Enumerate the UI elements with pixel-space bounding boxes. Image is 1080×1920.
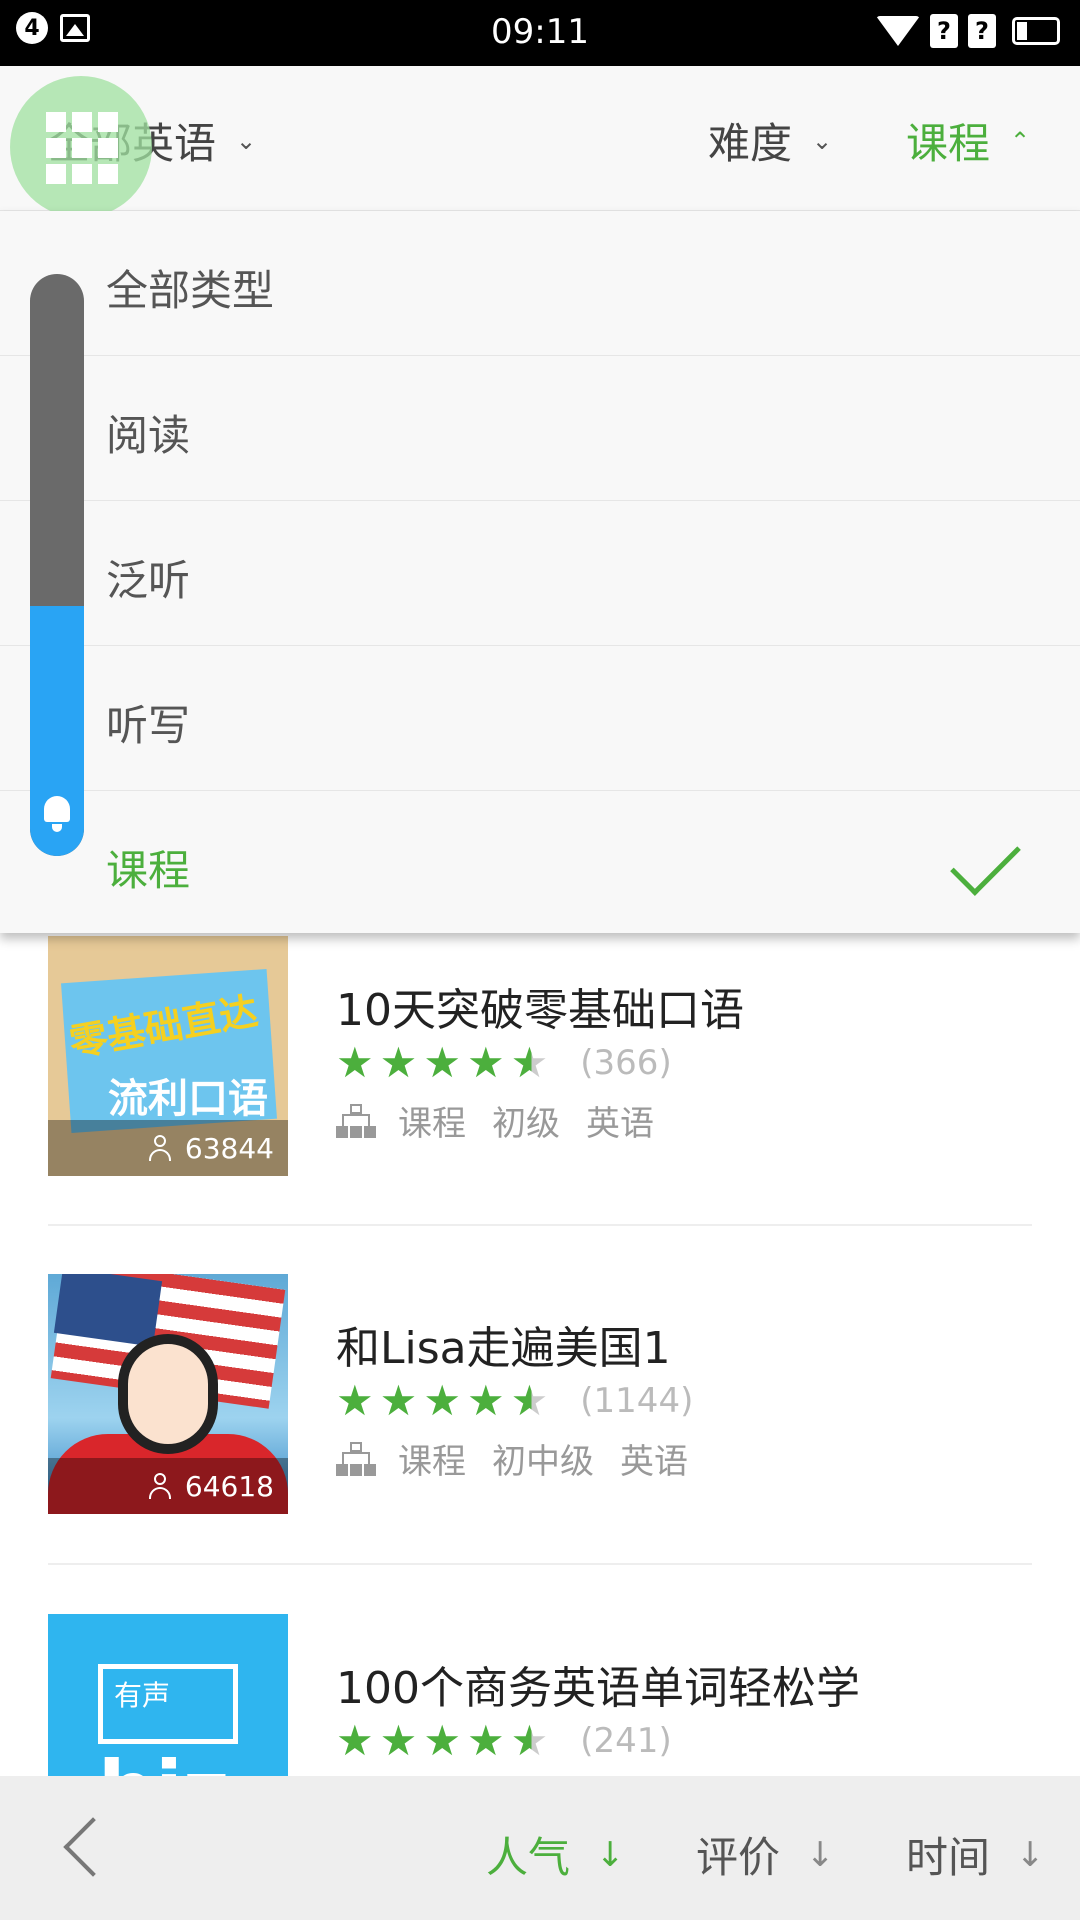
sim2-icon: ? — [968, 14, 996, 48]
star-icon: ★ — [336, 1716, 374, 1765]
status-bar: 4 09:11 ? ? — [0, 0, 1080, 66]
battery-icon — [1012, 17, 1060, 45]
divider — [48, 1224, 1032, 1226]
course-thumbnail: 64618 — [48, 1274, 288, 1514]
thumbnail-text: 流利口语 — [108, 1076, 268, 1122]
tag-type: 课程 — [398, 1104, 466, 1144]
learner-count: 63844 — [48, 1120, 288, 1176]
type-dropdown: 全部类型 阅读 泛听 听写 课程 — [0, 211, 1080, 933]
rating-stars: ★ ★ ★ ★ ★ (1144) — [336, 1380, 693, 1422]
dropdown-item-reading[interactable]: 阅读 — [0, 356, 1080, 501]
learner-count-value: 64618 — [184, 1469, 274, 1503]
thumbnail-text: 有声 — [114, 1679, 171, 1712]
floating-grid-button[interactable] — [10, 76, 152, 218]
dropdown-item-dictation[interactable]: 听写 — [0, 646, 1080, 791]
sort-popularity-label: 人气 — [486, 1833, 571, 1882]
chevron-down-icon: ⌄ — [812, 126, 833, 155]
star-icon: ★ — [423, 1376, 461, 1425]
check-icon — [950, 825, 1021, 896]
half-star-icon: ★ — [510, 1038, 549, 1087]
rating-count: (241) — [580, 1721, 672, 1761]
tag-level: 初中级 — [492, 1442, 594, 1482]
filter-type[interactable]: 课程 ⌃ — [906, 110, 1030, 171]
dropdown-item-all-types[interactable]: 全部类型 — [0, 211, 1080, 356]
filter-difficulty-label: 难度 — [708, 119, 793, 168]
dropdown-item-label: 阅读 — [106, 411, 191, 460]
sort-rating[interactable]: 评价 ↓ — [696, 1824, 835, 1885]
volume-slider[interactable] — [30, 274, 84, 856]
learner-count-value: 63844 — [184, 1131, 274, 1165]
learner-count: 64618 — [48, 1458, 288, 1514]
sort-time-label: 时间 — [906, 1833, 991, 1882]
sort-rating-label: 评价 — [696, 1833, 781, 1882]
chevron-up-icon: ⌃ — [1010, 126, 1031, 155]
tag-language: 英语 — [620, 1442, 688, 1482]
tag-level: 初级 — [492, 1104, 560, 1144]
star-icon: ★ — [466, 1716, 505, 1765]
star-icon: ★ — [336, 1376, 374, 1425]
list-item[interactable]: 64618 和Lisa走遍美国1 ★ ★ ★ ★ ★ (1144) 课程 初中级… — [48, 1274, 1032, 1514]
user-icon — [148, 1135, 171, 1161]
course-tags: 课程 初中级 英语 — [336, 1434, 688, 1483]
star-icon: ★ — [379, 1038, 418, 1087]
dropdown-item-label: 听写 — [106, 701, 191, 750]
half-star-icon: ★ — [510, 1376, 549, 1425]
dropdown-item-label: 全部类型 — [106, 266, 275, 315]
filter-bar: 全部英语 ⌄ 难度 ⌄ 课程 ⌃ — [0, 66, 1080, 211]
hierarchy-icon — [336, 1103, 376, 1138]
sort-popularity[interactable]: 人气 ↓ — [486, 1824, 625, 1885]
tag-language: 英语 — [586, 1104, 654, 1144]
rating-count: (1144) — [580, 1381, 694, 1421]
course-tags: 课程 初级 英语 — [336, 1096, 654, 1145]
tag-type: 课程 — [398, 1442, 466, 1482]
course-thumbnail: 零基础直达 流利口语 63844 — [48, 936, 288, 1176]
sort-arrow-icon: ↓ — [806, 1834, 835, 1875]
course-title: 和Lisa走遍美国1 — [336, 1323, 671, 1374]
wifi-icon — [876, 16, 920, 46]
divider — [48, 1563, 1032, 1565]
course-title: 10天突破零基础口语 — [336, 985, 744, 1036]
chevron-down-icon: ⌄ — [236, 126, 257, 155]
sort-arrow-icon: ↓ — [1016, 1834, 1045, 1875]
dropdown-item-course[interactable]: 课程 — [0, 791, 1080, 936]
star-icon: ★ — [466, 1038, 505, 1087]
back-icon[interactable] — [63, 1817, 123, 1877]
half-star-icon: ★ — [510, 1716, 549, 1765]
rating-stars: ★ ★ ★ ★ ★ (366) — [336, 1042, 672, 1084]
sort-arrow-icon: ↓ — [596, 1834, 625, 1875]
star-icon: ★ — [336, 1038, 374, 1087]
sim1-icon: ? — [930, 14, 958, 48]
sort-time[interactable]: 时间 ↓ — [906, 1824, 1045, 1885]
rating-count: (366) — [580, 1043, 672, 1083]
dropdown-item-label: 课程 — [106, 846, 191, 895]
rating-stars: ★ ★ ★ ★ ★ (241) — [336, 1720, 672, 1762]
user-icon — [148, 1473, 171, 1499]
sort-bar: 人气 ↓ 评价 ↓ 时间 ↓ — [0, 1776, 1080, 1920]
star-icon: ★ — [423, 1038, 461, 1087]
grid-icon — [46, 112, 118, 184]
filter-type-label: 课程 — [906, 119, 991, 168]
list-item[interactable]: 零基础直达 流利口语 63844 10天突破零基础口语 ★ ★ ★ ★ ★ (3… — [48, 936, 1032, 1176]
course-title: 100个商务英语单词轻松学 — [336, 1663, 860, 1714]
star-icon: ★ — [466, 1376, 505, 1425]
dropdown-item-label: 泛听 — [106, 556, 191, 605]
hierarchy-icon — [336, 1441, 376, 1476]
filter-difficulty[interactable]: 难度 ⌄ — [708, 110, 832, 171]
star-icon: ★ — [379, 1716, 418, 1765]
bell-icon — [44, 796, 70, 832]
star-icon: ★ — [423, 1716, 461, 1765]
star-icon: ★ — [379, 1376, 418, 1425]
dropdown-item-extensive-listening[interactable]: 泛听 — [0, 501, 1080, 646]
